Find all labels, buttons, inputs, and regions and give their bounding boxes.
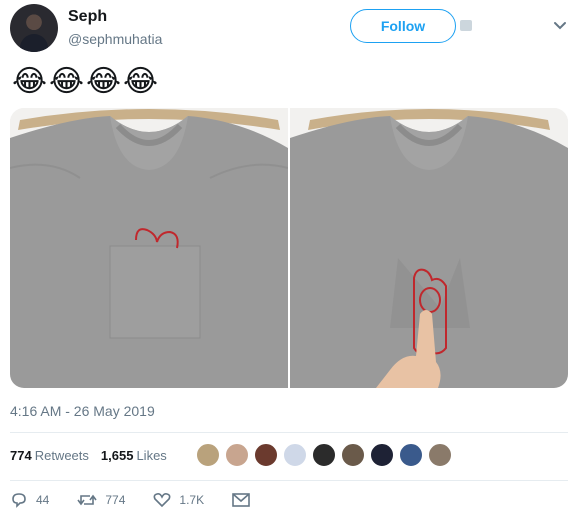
like-count: 1.7K xyxy=(179,493,205,507)
envelope-icon xyxy=(232,493,250,507)
retweets-stat[interactable]: 774 Retweets xyxy=(10,448,89,463)
tears-of-joy-emoji: 😂 xyxy=(123,65,159,98)
reply-count: 44 xyxy=(36,493,50,507)
engagement-stats: 774 Retweets 1,655 Likes xyxy=(10,448,167,463)
tweet-timestamp[interactable]: 4:16 AM - 26 May 2019 xyxy=(10,403,155,419)
heart-icon xyxy=(153,493,171,508)
likes-count: 1,655 xyxy=(100,448,134,463)
likes-stat[interactable]: 1,655 Likes xyxy=(101,448,167,463)
chevron-down-icon[interactable] xyxy=(553,21,567,31)
like-button[interactable]: 1.7K xyxy=(153,492,204,508)
user-handle[interactable]: @sephmuhatia xyxy=(68,31,162,47)
divider xyxy=(10,480,568,481)
retweet-count: 774 xyxy=(105,493,126,507)
follow-button[interactable]: Follow xyxy=(350,9,456,43)
retweets-count: 774 xyxy=(10,448,32,463)
tears-of-joy-emoji: 😂 xyxy=(86,65,122,98)
retweet-button[interactable]: 774 xyxy=(77,492,125,508)
divider xyxy=(10,432,568,433)
likes-label: Likes xyxy=(136,448,167,463)
tears-of-joy-emoji: 😂 xyxy=(49,65,85,98)
tweet-media xyxy=(10,108,568,388)
reply-icon xyxy=(12,493,26,508)
liker-avatar[interactable] xyxy=(196,443,220,467)
liker-avatar[interactable] xyxy=(225,443,249,467)
liker-avatar[interactable] xyxy=(399,443,423,467)
direct-message-button[interactable] xyxy=(232,493,250,507)
liker-avatar[interactable] xyxy=(341,443,365,467)
message-badge-icon xyxy=(460,20,472,31)
liker-avatar[interactable] xyxy=(254,443,278,467)
liker-avatar[interactable] xyxy=(312,443,336,467)
liker-avatars xyxy=(196,443,452,467)
display-name[interactable]: Seph xyxy=(68,8,107,26)
tweet-actions: 44 774 1.7K xyxy=(10,492,278,508)
retweets-label: Retweets xyxy=(34,448,89,463)
tears-of-joy-emoji: 😂 xyxy=(12,65,48,98)
reply-button[interactable]: 44 xyxy=(10,492,49,508)
liker-avatar[interactable] xyxy=(428,443,452,467)
tweet-photo-left[interactable] xyxy=(10,108,288,388)
liker-avatar[interactable] xyxy=(283,443,307,467)
tweet-text: 😂 😂 😂 😂 xyxy=(12,64,158,99)
tweet-photo-right[interactable] xyxy=(290,108,568,388)
liker-avatar[interactable] xyxy=(370,443,394,467)
retweet-icon xyxy=(77,494,97,506)
avatar[interactable] xyxy=(10,4,58,52)
